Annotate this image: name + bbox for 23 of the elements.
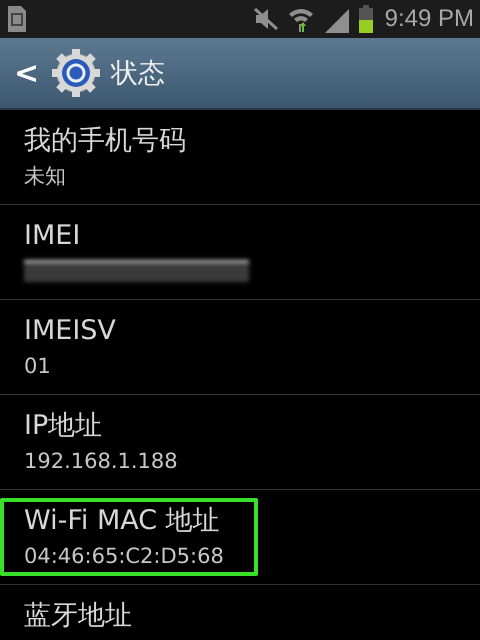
- item-title: IP地址: [24, 409, 104, 443]
- list-item[interactable]: IP地址 192.168.1.188: [0, 395, 480, 490]
- item-value: 04:46:65:C2:D5:68: [24, 543, 224, 570]
- mute-icon: [252, 7, 279, 31]
- back-button[interactable]: <: [12, 56, 42, 90]
- item-value: 01: [24, 353, 52, 380]
- screen-title: 状态: [111, 57, 166, 91]
- list-item[interactable]: IMEISV 01: [0, 300, 480, 395]
- clock-time: 9:49 PM: [384, 5, 474, 33]
- item-title: Wi-Fi MAC 地址: [24, 504, 221, 538]
- item-value: 未知: [24, 163, 67, 190]
- settings-icon: [51, 48, 102, 98]
- battery-icon: [358, 5, 373, 33]
- list-item[interactable]: Wi-Fi MAC 地址 04:46:65:C2:D5:68: [0, 490, 480, 585]
- item-value: 192.168.1.188: [24, 448, 178, 475]
- item-title: IMEISV: [24, 314, 116, 348]
- item-title: 蓝牙地址: [24, 599, 132, 633]
- list-item[interactable]: 我的手机号码 未知: [0, 110, 480, 205]
- list-item[interactable]: IMEI: [0, 205, 480, 300]
- sim-card-icon: [6, 4, 28, 34]
- item-title: IMEI: [24, 219, 82, 253]
- item-title: 我的手机号码: [24, 124, 186, 158]
- list-item[interactable]: 蓝牙地址: [0, 585, 480, 640]
